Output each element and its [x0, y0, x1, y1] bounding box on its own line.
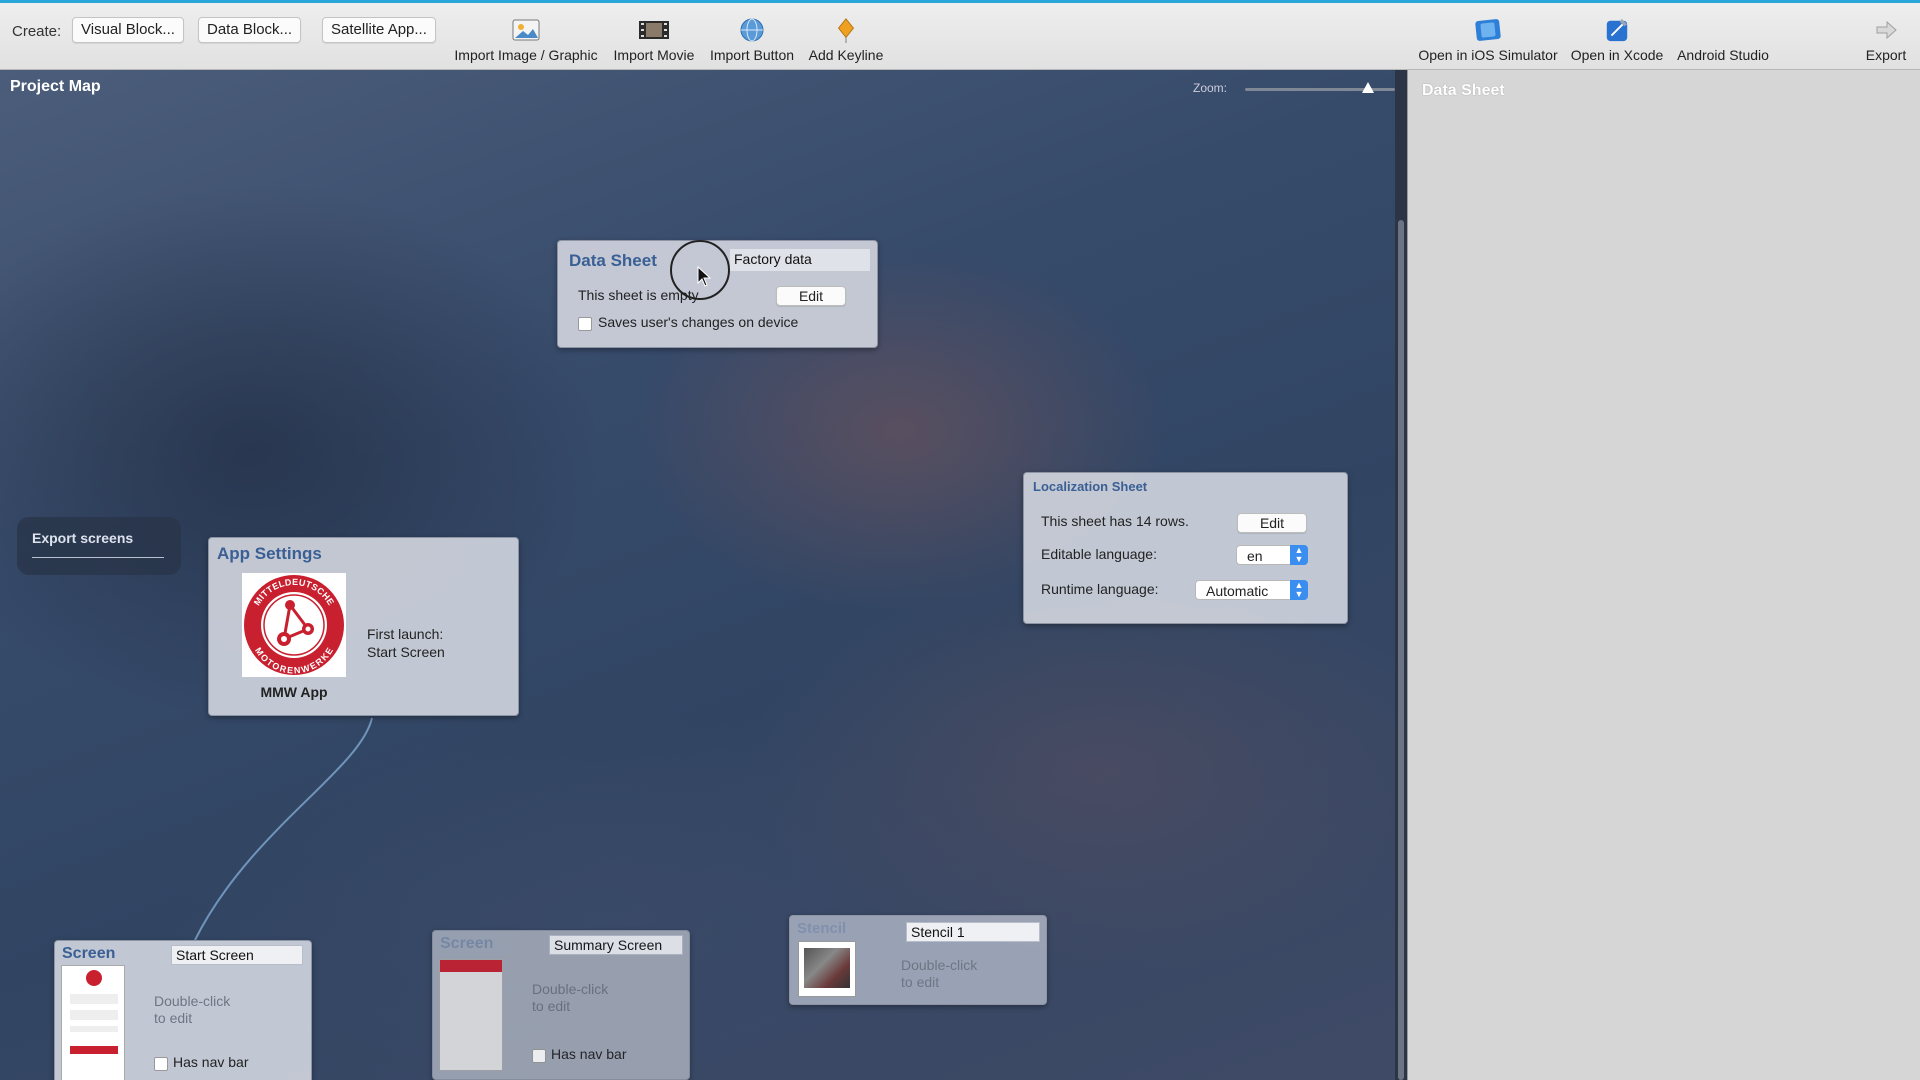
- export-screens-label: Export screens: [32, 530, 134, 546]
- add-keyline-tool[interactable]: Add Keyline: [804, 17, 888, 63]
- localization-sheet-title: Localization Sheet: [1033, 479, 1148, 494]
- android-studio-label: Android Studio: [1677, 47, 1769, 63]
- ios-simulator-icon: [1475, 19, 1501, 41]
- stencil-hint-1: Double-click: [901, 957, 978, 973]
- app-settings-title: App Settings: [217, 544, 322, 563]
- start-screen-name-field[interactable]: Start Screen: [171, 945, 303, 965]
- summary-screen-navbar-checkbox[interactable]: [532, 1049, 546, 1063]
- app-settings-node[interactable]: App Settings MITTELDEUTSCHE MOTORENWERKE…: [208, 537, 519, 716]
- film-icon: [639, 21, 669, 39]
- summary-screen-name-field[interactable]: Summary Screen: [549, 935, 683, 955]
- import-movie-tool[interactable]: Import Movie: [608, 17, 700, 63]
- editable-language-label: Editable language:: [1041, 546, 1157, 562]
- mouse-pointer-icon: [697, 266, 712, 287]
- start-screen-hint-2: to edit: [154, 1010, 193, 1026]
- import-image-label: Import Image / Graphic: [454, 47, 598, 63]
- start-screen-thumbnail: [61, 965, 125, 1080]
- editable-language-select[interactable]: en ▲ ▼: [1236, 545, 1308, 565]
- localization-sheet-node[interactable]: Localization Sheet This sheet has 14 row…: [1023, 472, 1348, 624]
- stencil-name-field[interactable]: Stencil 1: [906, 922, 1040, 942]
- runtime-language-select[interactable]: Automatic ▲ ▼: [1195, 580, 1308, 600]
- mmw-logo: MITTELDEUTSCHE MOTORENWERKE: [244, 575, 344, 676]
- stencil-node[interactable]: Stencil Stencil 1 Double-click to edit: [789, 915, 1047, 1005]
- app-name: MMW App: [260, 684, 328, 700]
- import-image-tool[interactable]: Import Image / Graphic: [450, 17, 602, 63]
- map-scrollbar[interactable]: [1395, 70, 1407, 1080]
- summary-screen-hint-2: to edit: [532, 998, 571, 1014]
- runtime-language-value: Automatic: [1206, 583, 1269, 599]
- select-arrows-icon: ▲ ▼: [1290, 545, 1308, 565]
- summary-screen-hint-1: Double-click: [532, 981, 609, 997]
- saves-changes-checkbox[interactable]: [578, 317, 592, 331]
- import-button-tool[interactable]: Import Button: [704, 17, 800, 63]
- project-map[interactable]: Project Map Zoom: Data Sheet Factory dat…: [0, 70, 1395, 1080]
- start-screen-title: Screen: [62, 945, 116, 962]
- saves-changes-label: Saves user's changes on device: [598, 314, 799, 330]
- map-scrollbar-knob[interactable]: [1398, 220, 1404, 1080]
- start-screen-navbar-checkbox[interactable]: [154, 1057, 168, 1071]
- app-icon[interactable]: MITTELDEUTSCHE MOTORENWERKE: [242, 573, 346, 677]
- inspector-panel: Data Sheet: [1407, 70, 1920, 1080]
- export-tool[interactable]: Export: [1860, 17, 1912, 63]
- start-screen-hint-1: Double-click: [154, 993, 231, 1009]
- toolbar: Create: Visual Block... Data Block... Sa…: [0, 0, 1920, 70]
- inspector-title: Data Sheet: [1422, 82, 1505, 99]
- satellite-app-button[interactable]: Satellite App...: [322, 17, 436, 43]
- data-sheet-name-field[interactable]: Factory data: [730, 249, 870, 271]
- data-sheet-title: Data Sheet: [569, 251, 657, 270]
- ios-simulator-tool[interactable]: Open in iOS Simulator: [1412, 17, 1564, 63]
- summary-screen-navbar-label: Has nav bar: [551, 1046, 627, 1062]
- summary-screen-node[interactable]: Screen Summary Screen Double-click to ed…: [432, 930, 690, 1080]
- data-block-button[interactable]: Data Block...: [198, 17, 302, 43]
- start-screen-navbar-label: Has nav bar: [173, 1054, 249, 1070]
- summary-screen-thumbnail: [439, 959, 503, 1071]
- runtime-language-label: Runtime language:: [1041, 581, 1159, 597]
- stencil-title: Stencil: [797, 920, 847, 937]
- xcode-tool[interactable]: Open in Xcode: [1567, 17, 1667, 63]
- android-studio-tool[interactable]: Android Studio: [1672, 17, 1774, 63]
- export-label: Export: [1865, 47, 1907, 63]
- first-launch-value: Start Screen: [367, 644, 445, 660]
- export-screens-box[interactable]: Export screens: [17, 517, 181, 575]
- summary-screen-title: Screen: [440, 935, 494, 952]
- export-screens-underline: [32, 557, 164, 558]
- add-keyline-label: Add Keyline: [808, 47, 884, 63]
- visual-block-button[interactable]: Visual Block...: [72, 17, 184, 43]
- create-label: Create:: [12, 23, 62, 40]
- editable-language-value: en: [1247, 548, 1263, 564]
- first-launch-label: First launch:: [367, 626, 444, 642]
- import-movie-label: Import Movie: [613, 47, 695, 63]
- export-arrow-icon: [1876, 20, 1897, 40]
- localization-edit-button[interactable]: Edit: [1237, 513, 1307, 533]
- localization-rows-text: This sheet has 14 rows.: [1041, 513, 1189, 529]
- stencil-hint-2: to edit: [901, 974, 940, 990]
- ios-simulator-label: Open in iOS Simulator: [1418, 47, 1558, 63]
- image-icon: [512, 19, 540, 41]
- import-button-label: Import Button: [709, 47, 795, 63]
- button-globe-icon: [740, 18, 764, 42]
- keyline-pin-icon: [837, 18, 855, 43]
- xcode-icon: [1606, 18, 1628, 42]
- xcode-label: Open in Xcode: [1570, 47, 1664, 63]
- data-sheet-edit-button[interactable]: Edit: [776, 286, 846, 306]
- select-arrows-icon: ▲ ▼: [1290, 580, 1308, 600]
- stencil-thumbnail: [798, 941, 856, 997]
- start-screen-node[interactable]: Screen Start Screen Double-click to edit…: [54, 940, 312, 1080]
